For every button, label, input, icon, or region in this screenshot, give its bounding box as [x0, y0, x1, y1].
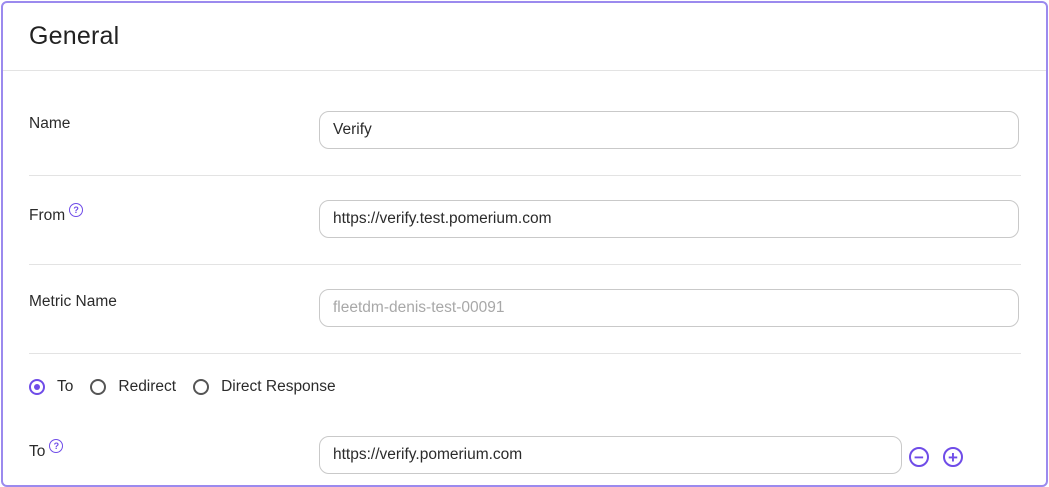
radio-label-redirect: Redirect [118, 378, 177, 395]
to-input-value: https://verify.pomerium.com [333, 446, 523, 463]
metric-name-label: Metric Name [29, 293, 117, 311]
general-settings-card: General Name Verify From ? https://verif… [1, 1, 1048, 487]
radio-button[interactable] [90, 379, 107, 395]
row-divider [29, 264, 1021, 265]
section-title: General [29, 22, 120, 50]
radio-label-direct-response: Direct Response [221, 378, 336, 395]
help-icon[interactable]: ? [49, 439, 64, 453]
metric-name-placeholder: fleetdm-denis-test-00091 [333, 299, 505, 316]
row-divider [29, 175, 1021, 176]
from-label-text: From [29, 207, 66, 224]
name-label-text: Name [29, 115, 71, 132]
name-input[interactable]: Verify [319, 111, 1019, 149]
to-label-text: To [29, 443, 46, 460]
metric-name-input[interactable]: fleetdm-denis-test-00091 [319, 289, 1019, 327]
row-divider [29, 353, 1021, 354]
name-input-value: Verify [333, 121, 372, 138]
to-label: To ? [29, 439, 64, 461]
from-input[interactable]: https://verify.test.pomerium.com [319, 200, 1019, 238]
from-input-value: https://verify.test.pomerium.com [333, 210, 552, 227]
from-label: From ? [29, 203, 84, 225]
radio-button-checked[interactable] [29, 379, 45, 395]
radio-option-redirect[interactable]: Redirect [90, 378, 176, 396]
radio-button[interactable] [193, 379, 210, 395]
radio-label-to: To [57, 378, 74, 395]
help-icon[interactable]: ? [69, 203, 84, 217]
card-header: General [3, 3, 1046, 71]
to-input[interactable]: https://verify.pomerium.com [319, 436, 902, 474]
add-destination-button[interactable]: + [943, 447, 963, 467]
plus-icon: + [948, 447, 958, 467]
route-type-radio-group: To Redirect Direct Response [29, 378, 353, 396]
remove-destination-button[interactable]: − [909, 447, 929, 467]
radio-option-to[interactable]: To [29, 378, 73, 396]
metric-name-label-text: Metric Name [29, 293, 117, 310]
radio-option-direct-response[interactable]: Direct Response [193, 378, 336, 396]
minus-icon: − [914, 447, 924, 467]
name-label: Name [29, 115, 70, 133]
